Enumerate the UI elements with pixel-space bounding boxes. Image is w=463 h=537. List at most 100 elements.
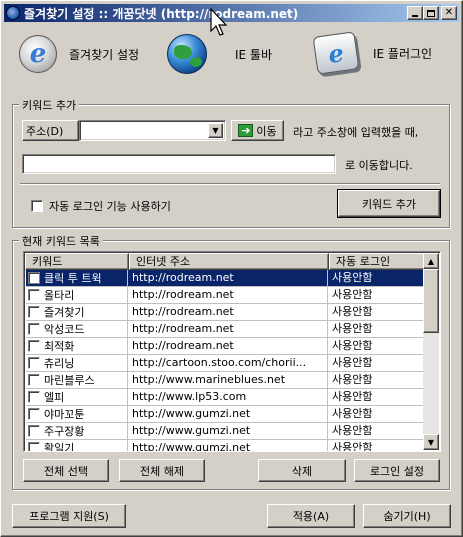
login-settings-button[interactable]: 로그인 설정 xyxy=(354,459,440,482)
auto-login-cell: 사용안함 xyxy=(332,356,373,369)
app-icon xyxy=(6,6,20,20)
vertical-scrollbar[interactable]: ▲ ▼ xyxy=(423,253,439,450)
row-checkbox[interactable] xyxy=(28,425,40,437)
minimize-icon xyxy=(412,15,418,17)
go-button[interactable]: ➔ 이동 xyxy=(231,120,284,141)
table-row[interactable]: 야마꼬툰 http://www.gumzi.net 사용안함 xyxy=(26,406,424,423)
list-body: 클릭 투 트윅 http://rodream.net 사용안함 올타리 http://r… xyxy=(26,270,424,452)
table-row[interactable]: 츄리닝 http://cartoon.stoo.com/chorii... 사용안함 xyxy=(26,355,424,372)
row-checkbox[interactable] xyxy=(28,272,40,284)
keyword-text: 마린블루스 xyxy=(44,374,95,387)
keyword-cell: 주구장황 xyxy=(26,423,128,439)
row-checkbox[interactable] xyxy=(28,289,40,301)
table-row[interactable]: 악성코드 http://rodream.net 사용안함 xyxy=(26,321,424,338)
chevron-down-icon[interactable]: ▼ xyxy=(208,123,223,138)
deselect-all-button[interactable]: 전체 해제 xyxy=(119,459,205,482)
keyword-text: 클릭 투 트윅 xyxy=(44,272,102,285)
table-row[interactable]: 클릭 투 트윅 http://rodream.net 사용안함 xyxy=(26,270,424,287)
address-suffix-text: 라고 주소창에 입력했을 때, xyxy=(293,126,419,139)
auto-login-cell: 사용안함 xyxy=(332,271,373,284)
address-combobox[interactable]: ▼ xyxy=(79,120,226,141)
row-checkbox[interactable] xyxy=(28,323,40,335)
scroll-up-icon: ▲ xyxy=(427,256,435,266)
url-cell: http://rodream.net xyxy=(128,287,328,303)
scroll-down-button[interactable]: ▼ xyxy=(423,434,439,450)
column-header-keyword[interactable]: 키워드 xyxy=(25,253,129,270)
keyword-cell: 야마꼬툰 xyxy=(26,406,128,422)
tile-label: IE 플러그인 xyxy=(373,46,433,61)
scroll-down-icon: ▼ xyxy=(427,437,435,447)
keyword-cell: 츄리닝 xyxy=(26,355,128,371)
url-cell: http://rodream.net xyxy=(128,321,328,337)
table-row[interactable]: 활일기 http://www.gumzi.net 사용안함 xyxy=(26,440,424,452)
select-all-label: 전체 선택 xyxy=(44,464,88,478)
address-label-box: 주소(D) xyxy=(22,120,79,141)
auto-login-cell: 사용안함 xyxy=(332,441,373,452)
add-keyword-button[interactable]: 키워드 추가 xyxy=(337,189,441,218)
scroll-up-button[interactable]: ▲ xyxy=(423,253,439,269)
ie-key-icon: e xyxy=(312,31,360,75)
url-cell: http://cartoon.stoo.com/chorii... xyxy=(128,355,328,371)
close-button[interactable]: ✕ xyxy=(441,6,457,20)
ie-logo-icon: e xyxy=(19,35,57,73)
keyword-text: 활일기 xyxy=(44,442,75,452)
target-suffix-text: 로 이동합니다. xyxy=(345,159,413,172)
address-label: 주소(D) xyxy=(26,124,64,138)
table-row[interactable]: 즐겨찾기 http://rodream.net 사용안함 xyxy=(26,304,424,321)
login-settings-label: 로그인 설정 xyxy=(369,464,425,478)
separator xyxy=(20,183,440,184)
row-checkbox[interactable] xyxy=(28,374,40,386)
url-cell: http://www.gumzi.net xyxy=(128,406,328,422)
maximize-icon xyxy=(427,9,435,17)
url-cell: http://rodream.net xyxy=(128,270,328,286)
keyword-list[interactable]: 키워드 인터넷 주소 자동 로그인 클릭 투 트윅 http://rodream.… xyxy=(23,251,441,452)
table-row[interactable]: 마린블루스 http://www.marineblues.net 사용안함 xyxy=(26,372,424,389)
auto-login-label: 자동 로그인 기능 사용하기 xyxy=(49,200,171,213)
minimize-button[interactable] xyxy=(407,6,423,20)
select-all-button[interactable]: 전체 선택 xyxy=(23,459,109,482)
row-checkbox[interactable] xyxy=(28,408,40,420)
keyword-cell: 활일기 xyxy=(26,440,128,452)
tile-ie-toolbar[interactable]: IE 툴바 xyxy=(167,34,272,74)
auto-login-cell: 사용안함 xyxy=(332,305,373,318)
table-row[interactable]: 올타리 http://rodream.net 사용안함 xyxy=(26,287,424,304)
row-checkbox[interactable] xyxy=(28,391,40,403)
hide-label: 숨기기(H) xyxy=(383,510,431,523)
delete-button[interactable]: 삭제 xyxy=(258,459,346,482)
auto-login-option[interactable]: 자동 로그인 기능 사용하기 xyxy=(31,198,171,214)
keyword-cell: 클릭 투 트윅 xyxy=(26,270,128,286)
tile-ie-plugin[interactable]: e IE 플러그인 xyxy=(312,31,433,75)
close-icon: ✕ xyxy=(444,7,454,18)
row-checkbox[interactable] xyxy=(28,357,40,369)
row-checkbox[interactable] xyxy=(28,306,40,318)
table-row[interactable]: 주구장황 http://www.gumzi.net 사용안함 xyxy=(26,423,424,440)
group-title: 키워드 추가 xyxy=(19,97,80,113)
title-bar[interactable]: 즐겨찾기 설정 :: 개꿈닷넷 (http://rodream.net) ✕ xyxy=(4,4,459,22)
hide-button[interactable]: 숨기기(H) xyxy=(363,504,451,528)
program-support-button[interactable]: 프로그램 지원(S) xyxy=(12,504,126,528)
globe-icon xyxy=(167,34,207,74)
go-arrow-icon: ➔ xyxy=(238,124,254,137)
auto-login-checkbox[interactable] xyxy=(31,200,43,212)
scroll-thumb[interactable] xyxy=(423,269,439,333)
row-checkbox[interactable] xyxy=(28,442,40,451)
keyword-text: 최적화 xyxy=(44,340,75,353)
auto-login-cell: 사용안함 xyxy=(332,424,373,437)
tile-label: 즐겨찾기 설정 xyxy=(69,47,140,62)
tile-favorites-settings[interactable]: e 즐겨찾기 설정 xyxy=(19,35,139,73)
table-row[interactable]: 엘피 http://www.lp53.com 사용안함 xyxy=(26,389,424,406)
column-header-auto-login[interactable]: 자동 로그인 xyxy=(329,253,425,270)
url-cell: http://www.gumzi.net xyxy=(128,423,328,439)
target-url-input[interactable] xyxy=(22,154,336,174)
column-header-url[interactable]: 인터넷 주소 xyxy=(129,253,329,270)
add-keyword-label: 키워드 추가 xyxy=(361,197,417,211)
keyword-text: 올타리 xyxy=(44,289,75,302)
auto-login-cell: 사용안함 xyxy=(332,407,373,420)
apply-button[interactable]: 적용(A) xyxy=(267,504,355,528)
maximize-button[interactable] xyxy=(423,6,439,20)
table-row[interactable]: 최적화 http://rodream.net 사용안함 xyxy=(26,338,424,355)
go-label: 이동 xyxy=(256,124,277,138)
row-checkbox[interactable] xyxy=(28,340,40,352)
group-title: 현재 키워드 목록 xyxy=(19,233,103,249)
url-cell: http://www.marineblues.net xyxy=(128,372,328,388)
